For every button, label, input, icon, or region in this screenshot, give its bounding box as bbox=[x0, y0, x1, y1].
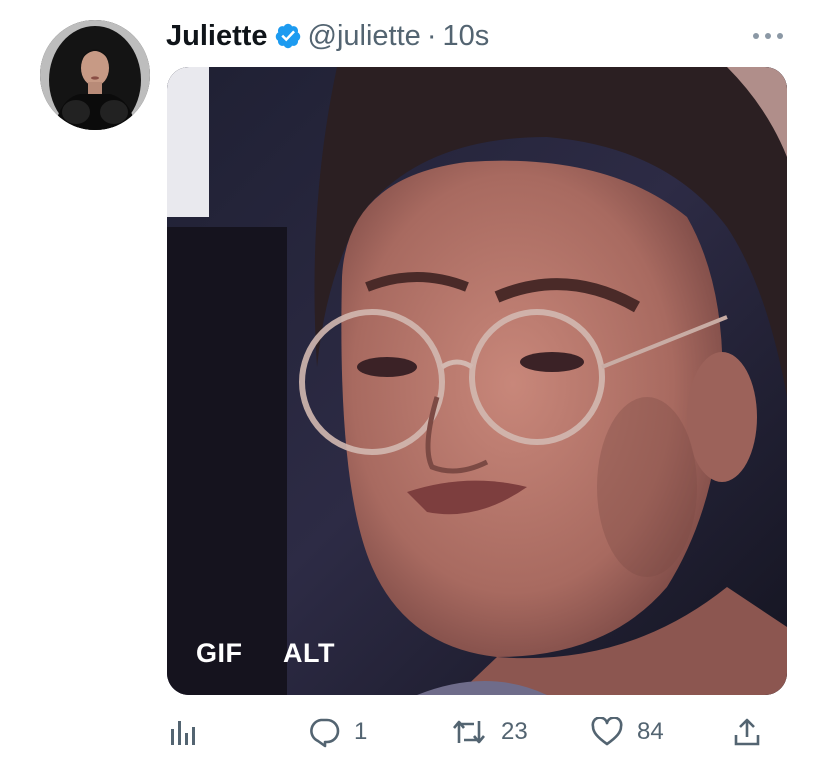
share-button[interactable] bbox=[733, 710, 761, 754]
ellipsis-icon bbox=[753, 33, 783, 39]
reply-icon bbox=[310, 718, 340, 748]
gif-frame-image bbox=[167, 67, 787, 695]
reply-count: 1 bbox=[354, 718, 368, 745]
gif-badge[interactable]: GIF bbox=[196, 638, 243, 669]
verified-badge-icon bbox=[274, 22, 302, 50]
analytics-button[interactable] bbox=[168, 710, 198, 754]
retweet-button[interactable]: 23 bbox=[451, 710, 528, 754]
alt-text-badge[interactable]: ALT bbox=[283, 638, 335, 669]
tweet-actions: 1 23 84 bbox=[0, 710, 828, 754]
retweet-icon bbox=[453, 720, 485, 744]
like-button[interactable]: 84 bbox=[591, 710, 664, 754]
separator-dot: · bbox=[426, 19, 437, 52]
display-name[interactable]: Juliette bbox=[166, 20, 268, 53]
heart-icon bbox=[591, 717, 623, 746]
more-options-button[interactable] bbox=[748, 22, 788, 50]
tweet-gif[interactable] bbox=[167, 67, 787, 695]
user-handle[interactable]: @juliette bbox=[308, 20, 421, 53]
avatar-image bbox=[40, 20, 150, 130]
share-icon bbox=[734, 718, 760, 746]
tweet[interactable]: Juliette @juliette · 10s GIF ALT 1 23 84 bbox=[0, 0, 828, 773]
analytics-icon bbox=[171, 721, 195, 745]
like-count: 84 bbox=[637, 718, 664, 745]
timestamp[interactable]: 10s bbox=[442, 20, 489, 53]
avatar[interactable] bbox=[40, 20, 150, 130]
retweet-count: 23 bbox=[501, 718, 528, 745]
tweet-header: Juliette @juliette · 10s bbox=[166, 16, 489, 56]
reply-button[interactable]: 1 bbox=[308, 710, 367, 754]
